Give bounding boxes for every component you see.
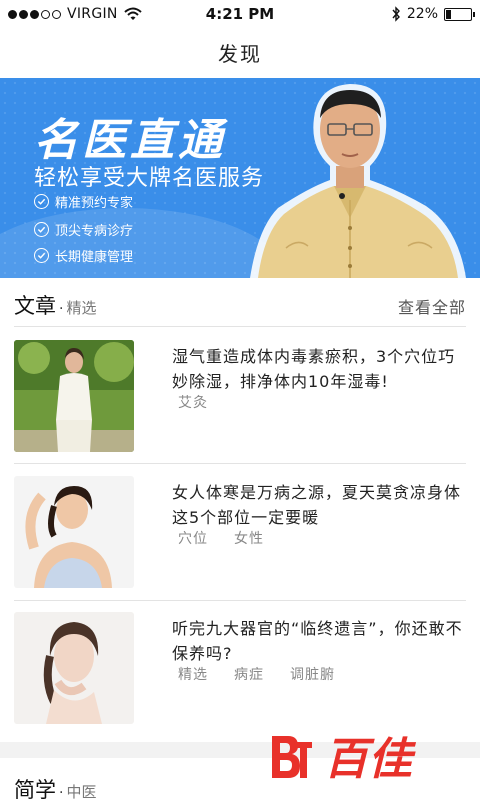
- nav-bar: 发现: [0, 30, 480, 78]
- separator-dot: ·: [59, 301, 64, 317]
- banner-feature: 顶尖专病诊疗: [34, 220, 133, 239]
- article-thumbnail: [14, 340, 134, 452]
- banner-feature-label: 顶尖专病诊疗: [55, 224, 134, 239]
- separator-dot: ·: [59, 785, 64, 800]
- section-title: 文章: [14, 294, 56, 318]
- banner-headline: 名医直通: [34, 115, 226, 166]
- section-subtitle: 中医: [66, 783, 97, 800]
- famous-doctor-banner[interactable]: 名医直通 轻松享受大牌名医服务 精准预约专家 顶尖专病诊疗 长期健康管理: [0, 78, 480, 278]
- article-tag[interactable]: 精选: [178, 664, 208, 684]
- article-tag[interactable]: 艾灸: [178, 392, 208, 412]
- divider: [14, 326, 466, 327]
- doctor-photo: [250, 84, 466, 278]
- divider: [14, 600, 466, 601]
- article-item[interactable]: 湿气重造成体内毒素瘀积，3个穴位巧妙除湿，排净体内10年湿毒! 艾灸: [0, 340, 480, 470]
- article-title: 湿气重造成体内毒素瘀积，3个穴位巧妙除湿，排净体内10年湿毒!: [172, 347, 456, 391]
- banner-feature-label: 长期健康管理: [55, 250, 134, 265]
- article-tag[interactable]: 调脏腑: [290, 664, 335, 684]
- article-thumbnail: [14, 476, 134, 588]
- article-title: 女人体寒是万病之源，夏天莫贪凉身体这5个部位一定要暖: [172, 483, 462, 527]
- banner-subtitle: 轻松享受大牌名医服务: [34, 166, 265, 191]
- bluetooth-icon: [392, 6, 400, 22]
- article-item[interactable]: 女人体寒是万病之源，夏天莫贪凉身体这5个部位一定要暖 穴位 女性: [0, 476, 480, 606]
- status-bar: VIRGIN 4:21 PM 22%: [0, 0, 480, 30]
- banner-feature-label: 精准预约专家: [55, 196, 134, 211]
- page-title: 发现: [218, 42, 262, 66]
- article-item[interactable]: 听完九大器官的“临终遗言”，你还敢不保养吗? 精选 病症 调脏腑: [0, 612, 480, 742]
- discover-page: VIRGIN 4:21 PM 22% 发现 名医直通 轻松享受大牌名医服务 精准…: [0, 0, 480, 800]
- articles-section-header: 文章 · 精选 查看全部: [14, 290, 466, 320]
- check-circle-icon: [34, 222, 49, 237]
- banner-feature: 精准预约专家: [34, 192, 133, 211]
- watermark-text: 百佳: [324, 734, 417, 785]
- article-tags: 艾灸: [178, 392, 208, 412]
- baijia-watermark-logo: 百佳: [272, 734, 417, 785]
- view-all-link[interactable]: 查看全部: [398, 294, 466, 318]
- article-tags: 精选 病症 调脏腑: [178, 664, 335, 684]
- divider: [14, 463, 466, 464]
- battery-icon: [444, 7, 475, 21]
- article-tag[interactable]: 病症: [234, 664, 264, 684]
- banner-feature: 长期健康管理: [34, 246, 133, 265]
- status-right: 22%: [391, 6, 475, 22]
- section-subtitle: 精选: [66, 299, 97, 317]
- article-tag[interactable]: 穴位: [178, 528, 208, 548]
- section-title: 简学: [14, 778, 56, 800]
- article-thumbnail: [14, 612, 134, 724]
- battery-percent: 22%: [406, 6, 438, 22]
- check-circle-icon: [34, 248, 49, 263]
- article-tag[interactable]: 女性: [234, 528, 264, 548]
- article-title: 听完九大器官的“临终遗言”，你还敢不保养吗?: [172, 619, 463, 663]
- check-circle-icon: [34, 194, 49, 209]
- article-tags: 穴位 女性: [178, 528, 264, 548]
